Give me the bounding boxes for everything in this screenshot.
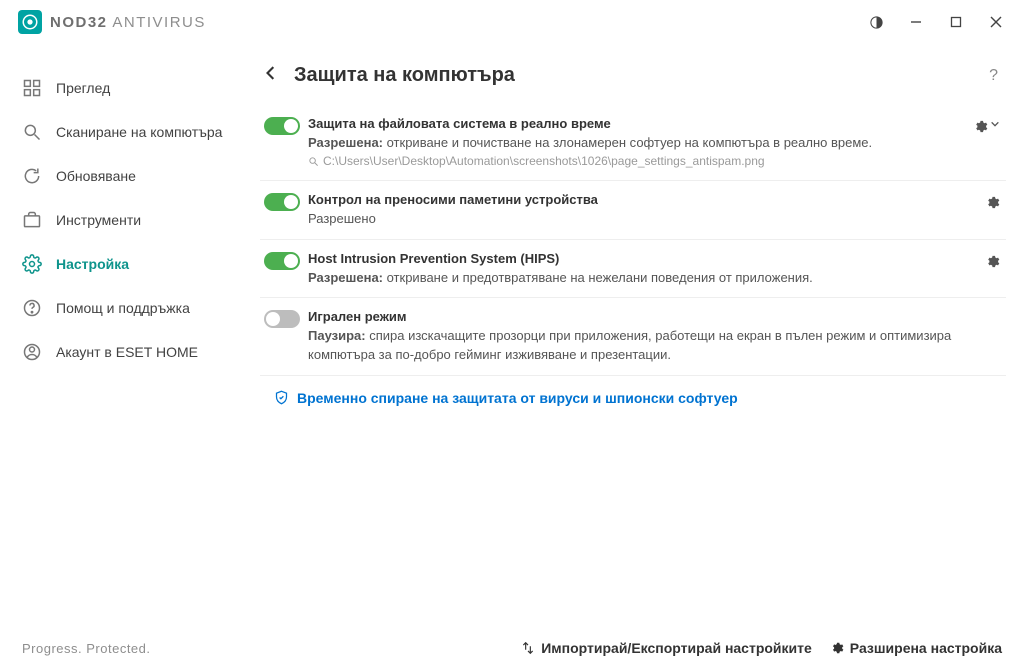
settings-list: Защита на файловата система в реално вре… bbox=[260, 105, 1006, 626]
setting-title: Игрален режим bbox=[308, 308, 958, 327]
page-header: Защита на компютъра ? bbox=[260, 60, 1006, 105]
toggle-removable[interactable] bbox=[264, 193, 300, 211]
window-controls bbox=[856, 7, 1016, 37]
search-icon bbox=[22, 122, 42, 142]
close-button[interactable] bbox=[976, 7, 1016, 37]
sidebar-item-update[interactable]: Обновяване bbox=[0, 154, 252, 198]
import-export-label: Импортирай/Експортирай настройките bbox=[541, 640, 812, 656]
minimize-button[interactable] bbox=[896, 7, 936, 37]
brand-logo: NOD32 ANTIVIRUS bbox=[18, 10, 206, 34]
sidebar-item-label: Сканиране на компютъра bbox=[56, 124, 222, 140]
setting-title: Host Intrusion Prevention System (HIPS) bbox=[308, 250, 958, 269]
gear-icon bbox=[830, 641, 844, 655]
setting-removable: Контрол на преносими паметини устройства… bbox=[260, 181, 1006, 240]
gear-icon bbox=[22, 254, 42, 274]
shield-icon bbox=[274, 390, 289, 405]
setting-desc: Паузира: спира изскачащите прозорци при … bbox=[308, 327, 958, 365]
setting-gear-hips[interactable] bbox=[966, 250, 1000, 288]
toggle-gamer[interactable] bbox=[264, 310, 300, 328]
refresh-icon bbox=[22, 166, 42, 186]
sidebar-item-label: Обновяване bbox=[56, 168, 136, 184]
setting-gear-removable[interactable] bbox=[966, 191, 1000, 229]
setting-title: Контрол на преносими паметини устройства bbox=[308, 191, 958, 210]
sidebar-item-account[interactable]: Акаунт в ESET HOME bbox=[0, 330, 252, 374]
maximize-button[interactable] bbox=[936, 7, 976, 37]
setting-desc: Разрешено bbox=[308, 210, 958, 229]
sidebar-item-label: Акаунт в ESET HOME bbox=[56, 344, 198, 360]
setting-gear-realtime[interactable] bbox=[966, 115, 1000, 170]
sidebar-item-help[interactable]: Помощ и поддръжка bbox=[0, 286, 252, 330]
pause-link-label: Временно спиране на защитата от вируси и… bbox=[297, 390, 738, 406]
setting-gamer: Игрален режим Паузира: спира изскачащите… bbox=[260, 298, 1006, 376]
titlebar: NOD32 ANTIVIRUS bbox=[0, 0, 1024, 44]
toggle-realtime[interactable] bbox=[264, 117, 300, 135]
sidebar-item-label: Настройка bbox=[56, 256, 129, 272]
back-button[interactable] bbox=[264, 66, 278, 85]
eset-logo-icon bbox=[18, 10, 42, 34]
setting-desc: Разрешена: откриване и предотвратяване н… bbox=[308, 269, 958, 288]
sidebar-item-setup[interactable]: Настройка bbox=[0, 242, 252, 286]
chevron-down-icon bbox=[990, 119, 1000, 129]
setting-hips: Host Intrusion Prevention System (HIPS) … bbox=[260, 240, 1006, 299]
setting-path: C:\Users\User\Desktop\Automation\screens… bbox=[308, 153, 958, 170]
user-icon bbox=[22, 342, 42, 362]
brand-text: NOD32 ANTIVIRUS bbox=[50, 14, 206, 31]
advanced-setup-button[interactable]: Разширена настройка bbox=[830, 640, 1002, 656]
main-panel: Защита на компютъра ? Защита на файловат… bbox=[252, 44, 1024, 626]
import-export-button[interactable]: Импортирай/Експортирай настройките bbox=[521, 640, 812, 656]
dashboard-icon bbox=[22, 78, 42, 98]
pause-protection-link[interactable]: Временно спиране на защитата от вируси и… bbox=[260, 376, 1006, 406]
sidebar-item-label: Инструменти bbox=[56, 212, 141, 228]
setting-realtime: Защита на файловата система в реално вре… bbox=[260, 105, 1006, 181]
footer-tagline: Progress. Protected. bbox=[22, 641, 151, 656]
help-icon bbox=[22, 298, 42, 318]
setting-title: Защита на файловата система в реално вре… bbox=[308, 115, 958, 134]
sidebar-item-tools[interactable]: Инструменти bbox=[0, 198, 252, 242]
sidebar-item-label: Помощ и поддръжка bbox=[56, 300, 190, 316]
toggle-hips[interactable] bbox=[264, 252, 300, 270]
sidebar: Преглед Сканиране на компютъра Обновяван… bbox=[0, 44, 252, 626]
page-help-button[interactable]: ? bbox=[989, 67, 1006, 85]
footer: Progress. Protected. Импортирай/Експорти… bbox=[0, 626, 1024, 670]
advanced-setup-label: Разширена настройка bbox=[850, 640, 1002, 656]
briefcase-icon bbox=[22, 210, 42, 230]
contrast-button[interactable] bbox=[856, 7, 896, 37]
sidebar-item-overview[interactable]: Преглед bbox=[0, 66, 252, 110]
sidebar-item-scan[interactable]: Сканиране на компютъра bbox=[0, 110, 252, 154]
page-title: Защита на компютъра bbox=[294, 64, 515, 87]
import-export-icon bbox=[521, 641, 535, 655]
sidebar-item-label: Преглед bbox=[56, 80, 110, 96]
setting-desc: Разрешена: откриване и почистване на зло… bbox=[308, 134, 958, 153]
